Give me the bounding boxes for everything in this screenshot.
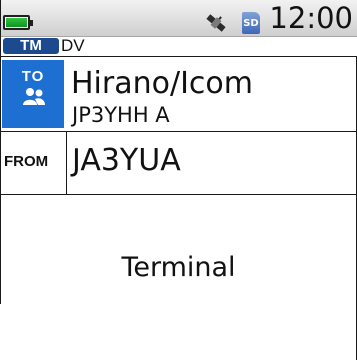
to-callsign: JP3YHH A — [72, 103, 170, 127]
group-icon — [23, 88, 45, 105]
sd-card-label: SD — [243, 18, 259, 29]
mode-row: TM DV — [0, 37, 357, 55]
terminal-label: Terminal — [121, 252, 236, 283]
to-name: Hirano/Icom — [71, 66, 254, 101]
from-label: FROM — [4, 153, 49, 170]
status-bar: SD 12:00 — [0, 0, 357, 37]
clock: 12:00 — [269, 1, 353, 35]
from-callsign[interactable]: JA3YUA — [72, 143, 181, 179]
divider — [0, 131, 357, 132]
tm-badge: TM — [3, 38, 59, 54]
to-button[interactable]: TO — [2, 60, 64, 128]
battery-icon — [3, 15, 33, 30]
to-label: TO — [21, 68, 45, 85]
sd-card-icon: SD — [242, 12, 260, 34]
divider — [0, 194, 357, 195]
mode-label: DV — [61, 36, 85, 55]
divider — [0, 56, 357, 57]
from-divider — [66, 131, 67, 194]
satellite-icon — [206, 14, 226, 32]
